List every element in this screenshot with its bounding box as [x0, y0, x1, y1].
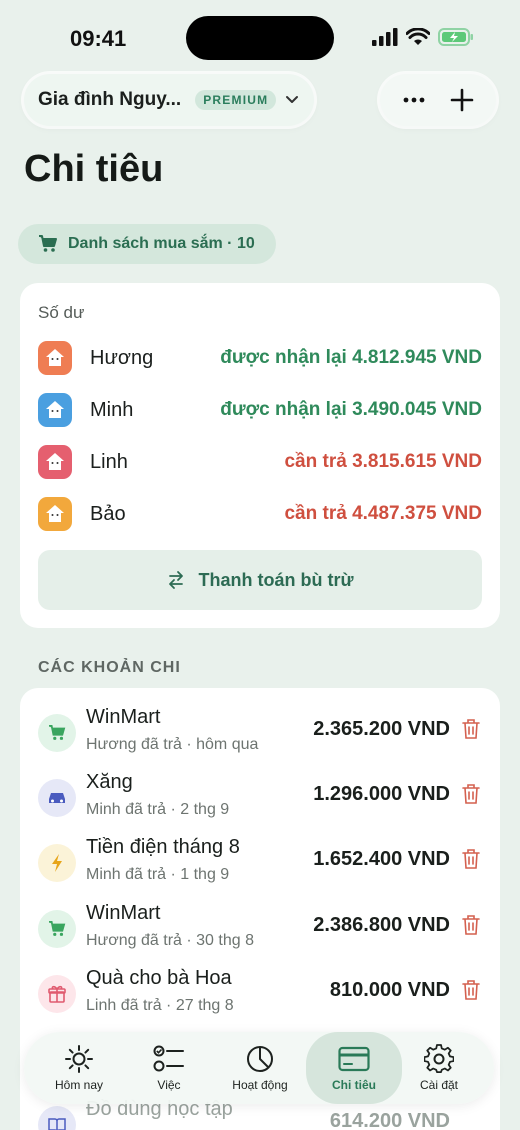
expense-row[interactable]: Tiền điện tháng 8 Minh đã trả · 1 thg 9 …	[20, 830, 500, 892]
expense-subtitle: Linh đã trả · 27 thg 8	[86, 997, 234, 1014]
pie-chart-icon	[247, 1046, 273, 1072]
expense-row[interactable]: WinMart Hương đã trả · hôm qua 2.365.200…	[20, 700, 500, 762]
expense-subtitle: Hương đã trả · hôm qua	[86, 736, 259, 753]
nav-label: Việc	[157, 1078, 181, 1092]
house-avatar-icon	[38, 445, 72, 479]
nav-label: Cài đặt	[419, 1078, 459, 1092]
family-name: Gia đình Nguy...	[38, 89, 182, 110]
add-icon[interactable]	[449, 87, 475, 113]
book-icon	[38, 1106, 76, 1130]
expense-subtitle: Minh đã trả · 2 thg 9	[86, 801, 230, 818]
cart-icon	[39, 235, 57, 252]
expense-amount: 1.296.000 VND	[313, 783, 450, 805]
shopping-list-chip[interactable]: Danh sách mua sắm · 10	[18, 224, 276, 264]
page-title: Chi tiêu	[24, 148, 164, 190]
status-icons	[372, 28, 474, 46]
nav-item-activity[interactable]: Hoạt động	[216, 1032, 304, 1104]
shopping-list-label: Danh sách mua sắm · 10	[68, 235, 255, 252]
nav-item-settings[interactable]: Cài đặt	[396, 1032, 482, 1104]
swap-arrows-icon	[169, 571, 184, 589]
expense-subtitle: Hương đã trả · 30 thg 8	[86, 932, 254, 949]
trash-icon[interactable]	[462, 718, 480, 740]
sun-icon	[65, 1045, 93, 1073]
balance-row[interactable]: Minh được nhận lại 3.490.045 VND	[38, 391, 482, 429]
expense-amount: 614.200 VND	[329, 1110, 450, 1130]
gift-icon	[38, 975, 76, 1013]
battery-icon	[438, 28, 473, 46]
expense-amount: 2.386.800 VND	[313, 914, 450, 936]
status-bar: 09:41	[0, 0, 520, 76]
expense-amount: 2.365.200 VND	[313, 718, 450, 740]
dynamic-island	[186, 16, 334, 60]
expense-amount: 1.652.400 VND	[313, 848, 450, 870]
person-name: Linh	[90, 450, 128, 473]
trash-icon[interactable]	[462, 848, 480, 870]
premium-badge: PREMIUM	[195, 90, 277, 110]
chevron-down-icon	[286, 96, 299, 103]
expenses-section-title: CÁC KHOẢN CHI	[38, 659, 181, 676]
balance-row[interactable]: Linh cần trả 3.815.615 VND	[38, 443, 482, 481]
status-time: 09:41	[70, 26, 127, 51]
gear-icon	[424, 1044, 454, 1073]
settle-up-label: Thanh toán bù trừ	[198, 569, 354, 590]
cart-icon	[38, 714, 76, 752]
expense-title: Xăng	[86, 771, 133, 793]
header-actions	[380, 74, 496, 126]
bottom-nav: Hôm nay Việc Hoạt động Chi tiêu Cài đặt	[24, 1032, 494, 1104]
balance-label: Số dư	[38, 303, 85, 322]
more-icon[interactable]	[401, 87, 427, 113]
house-avatar-icon	[38, 497, 72, 531]
car-icon	[38, 779, 76, 817]
expense-row[interactable]: Quà cho bà Hoa Linh đã trả · 27 thg 8 81…	[20, 961, 500, 1023]
balance-row[interactable]: Bảo cần trả 4.487.375 VND	[38, 495, 482, 533]
nav-label: Chi tiêu	[332, 1078, 376, 1092]
expense-title: WinMart	[86, 902, 161, 924]
nav-item-tasks[interactable]: Việc	[126, 1032, 212, 1104]
person-name: Minh	[90, 398, 134, 421]
nav-item-expenses[interactable]: Chi tiêu	[306, 1032, 402, 1104]
trash-icon[interactable]	[462, 783, 480, 805]
expense-row[interactable]: WinMart Hương đã trả · 30 thg 8 2.386.80…	[20, 896, 500, 958]
expense-row[interactable]: Xăng Minh đã trả · 2 thg 9 1.296.000 VND	[20, 765, 500, 827]
expense-title: WinMart	[86, 706, 161, 728]
house-avatar-icon	[38, 393, 72, 427]
house-avatar-icon	[38, 341, 72, 375]
balance-amount: cần trả 4.487.375 VND	[284, 503, 482, 524]
person-name: Hương	[90, 346, 154, 369]
expense-title: Tiền điện tháng 8	[86, 836, 240, 858]
nav-label: Hoạt động	[232, 1078, 288, 1092]
wifi-icon	[406, 28, 430, 45]
trash-icon[interactable]	[462, 914, 480, 936]
balance-card: Số dư Hương được nhận lại 4.812.945 VND …	[20, 283, 500, 628]
balance-row[interactable]: Hương được nhận lại 4.812.945 VND	[38, 339, 482, 377]
balance-amount: cần trả 3.815.615 VND	[284, 451, 482, 472]
signal-icon	[372, 28, 398, 46]
nav-label: Hôm nay	[54, 1078, 104, 1092]
balance-amount: được nhận lại 4.812.945 VND	[220, 347, 482, 368]
trash-icon[interactable]	[462, 979, 480, 1001]
settle-up-button[interactable]: Thanh toán bù trừ	[38, 550, 482, 610]
expense-subtitle: Minh đã trả · 1 thg 9	[86, 866, 230, 883]
checklist-icon	[153, 1045, 184, 1072]
card-icon	[338, 1046, 370, 1072]
person-name: Bảo	[90, 502, 126, 525]
expense-amount: 810.000 VND	[329, 979, 450, 1001]
lightning-icon	[38, 844, 76, 882]
cart-icon	[38, 910, 76, 948]
nav-item-today[interactable]: Hôm nay	[36, 1032, 122, 1104]
family-selector[interactable]: Gia đình Nguy... PREMIUM	[24, 74, 314, 126]
balance-amount: được nhận lại 3.490.045 VND	[220, 399, 482, 420]
expense-title: Quà cho bà Hoa	[86, 967, 232, 989]
